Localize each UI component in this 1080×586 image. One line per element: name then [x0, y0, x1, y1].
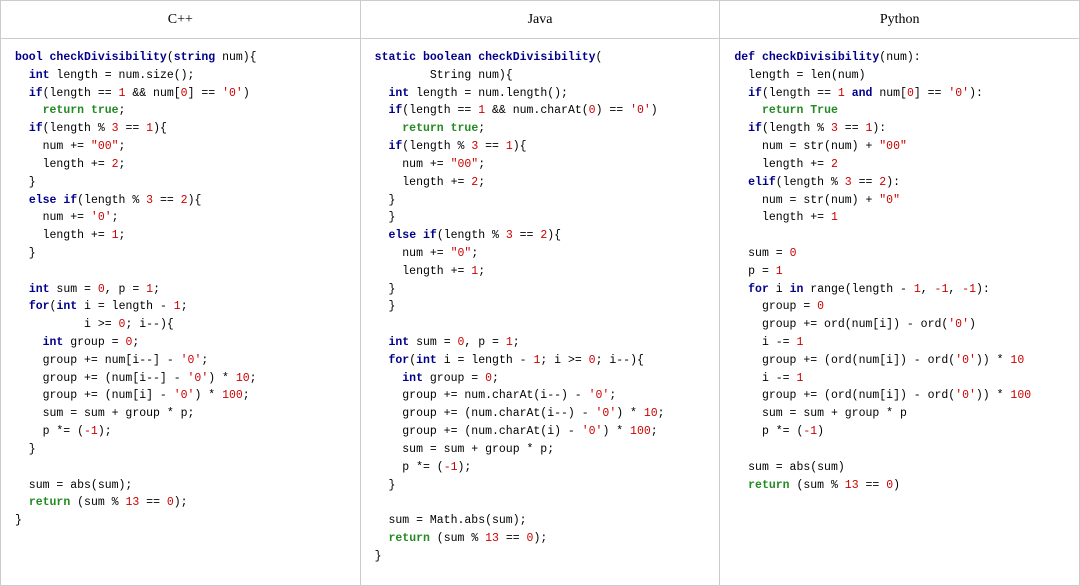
- java-header: Java: [361, 1, 721, 38]
- main-container: C++ Java Python bool checkDivisibility(s…: [0, 0, 1080, 586]
- header-row: C++ Java Python: [1, 1, 1079, 39]
- code-row: bool checkDivisibility(string num){ int …: [1, 39, 1079, 585]
- cpp-panel: bool checkDivisibility(string num){ int …: [1, 39, 361, 585]
- python-panel: def checkDivisibility(num): length = len…: [720, 39, 1079, 585]
- python-header: Python: [720, 1, 1079, 38]
- cpp-header: C++: [1, 1, 361, 38]
- java-panel: static boolean checkDivisibility( String…: [361, 39, 721, 585]
